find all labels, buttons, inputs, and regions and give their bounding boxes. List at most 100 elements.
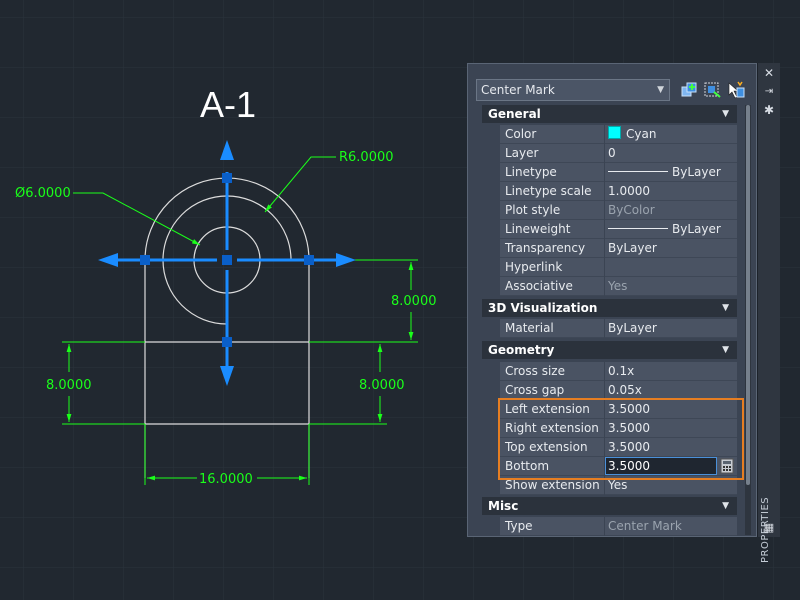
property-scrollbar[interactable] xyxy=(745,105,751,535)
property-row-show-extension[interactable]: Show extension Yes xyxy=(482,476,737,495)
row-gutter xyxy=(482,277,500,296)
collapse-chevron-icon[interactable]: ▼ xyxy=(722,299,729,317)
property-value[interactable]: Yes xyxy=(605,476,737,495)
row-gutter xyxy=(482,201,500,220)
property-value[interactable]: 1.0000 xyxy=(605,182,737,201)
row-gutter xyxy=(482,258,500,277)
settings-icon[interactable]: ✱ xyxy=(762,103,776,117)
palette-title-bar[interactable]: ✕ ⇥ ✱ PROPERTIES ▦ xyxy=(757,63,780,563)
scroll-thumb[interactable] xyxy=(746,105,750,485)
category-3d-visualization[interactable]: 3D Visualization ▼ xyxy=(482,299,737,317)
property-row-linetype[interactable]: Linetype ByLayer xyxy=(482,163,737,182)
calculator-icon[interactable] xyxy=(720,458,734,474)
object-type-dropdown[interactable]: Center Mark ▼ xyxy=(476,79,670,101)
property-name: Layer xyxy=(500,144,604,163)
grip-bottom[interactable] xyxy=(222,337,232,347)
row-gutter xyxy=(482,125,500,144)
property-value-text: 3.5000 xyxy=(608,421,650,435)
property-value[interactable]: 0.05x xyxy=(605,381,737,400)
property-row-hyperlink[interactable]: Hyperlink xyxy=(482,258,737,277)
property-value[interactable] xyxy=(605,258,737,277)
property-row-left-extension[interactable]: Left extension 3.5000 xyxy=(482,400,737,419)
property-name: Cross size xyxy=(500,362,604,381)
property-value[interactable]: 3.5000 xyxy=(605,400,737,419)
color-swatch xyxy=(608,126,621,139)
property-row-cross-gap[interactable]: Cross gap 0.05x xyxy=(482,381,737,400)
property-value-text: 3.5000 xyxy=(608,440,650,454)
property-value[interactable]: 0 xyxy=(605,144,737,163)
property-row-type[interactable]: Type Center Mark xyxy=(482,517,737,536)
property-value[interactable]: ByLayer xyxy=(605,319,737,338)
grip-left[interactable] xyxy=(140,255,150,265)
property-row-color[interactable]: Color Cyan xyxy=(482,125,737,144)
property-value: Yes xyxy=(605,277,737,296)
property-value-text: ByLayer xyxy=(608,241,657,255)
left-leg-dim-label: 8.0000 xyxy=(46,378,92,393)
row-gutter xyxy=(482,163,500,182)
property-value[interactable]: 3.5000 xyxy=(605,457,737,476)
property-row-transparency[interactable]: Transparency ByLayer xyxy=(482,239,737,258)
quick-select-icon[interactable] xyxy=(702,80,722,100)
grip-top[interactable] xyxy=(222,173,232,183)
property-value-text: ByLayer xyxy=(608,321,657,335)
row-gutter xyxy=(482,400,500,419)
toggle-pickadd-icon[interactable] xyxy=(725,80,745,100)
property-name: Bottom extension xyxy=(500,457,604,492)
property-value[interactable]: ByLayer xyxy=(605,163,737,182)
row-gutter xyxy=(482,457,500,476)
property-name: Show extension xyxy=(500,476,604,495)
collapse-chevron-icon[interactable]: ▼ xyxy=(722,497,729,515)
property-row-right-extension[interactable]: Right extension 3.5000 xyxy=(482,419,737,438)
object-type-value: Center Mark xyxy=(481,83,555,97)
category-general[interactable]: General ▼ xyxy=(482,105,737,123)
diameter-dim-label: Ø6.0000 xyxy=(15,186,71,201)
row-gutter xyxy=(482,517,500,536)
property-row-top-extension[interactable]: Top extension 3.5000 xyxy=(482,438,737,457)
property-row-lineweight[interactable]: Lineweight ByLayer xyxy=(482,220,737,239)
property-value-text: 0.1x xyxy=(608,364,635,378)
grip-right[interactable] xyxy=(304,255,314,265)
linetype-preview xyxy=(608,228,668,229)
close-icon[interactable]: ✕ xyxy=(762,66,776,80)
property-row-cross-size[interactable]: Cross size 0.1x xyxy=(482,362,737,381)
grip-center[interactable] xyxy=(222,255,232,265)
property-row-bottom-extension[interactable]: Bottom extension3.5000 xyxy=(482,457,737,492)
property-value[interactable]: ByLayer xyxy=(605,239,737,258)
calculator-icon[interactable]: ▦ xyxy=(762,521,776,535)
property-name: Material xyxy=(500,319,604,338)
property-value-text: ByColor xyxy=(608,203,655,217)
property-row-linetype-scale[interactable]: Linetype scale 1.0000 xyxy=(482,182,737,201)
property-value-input[interactable]: 3.5000 xyxy=(605,457,717,475)
collapse-chevron-icon[interactable]: ▼ xyxy=(722,341,729,359)
property-name: Lineweight xyxy=(500,220,604,239)
property-name: Right extension xyxy=(500,419,604,438)
row-gutter xyxy=(482,182,500,201)
add-selected-icon[interactable] xyxy=(679,80,699,100)
property-name: Color xyxy=(500,125,604,144)
property-value[interactable]: ByLayer xyxy=(605,220,737,239)
property-row-material[interactable]: Material ByLayer xyxy=(482,319,737,338)
property-value-text: 0.05x xyxy=(608,383,642,397)
chevron-down-icon: ▼ xyxy=(657,85,664,95)
property-value-text: Center Mark xyxy=(608,519,682,533)
property-name: Associative xyxy=(500,277,604,296)
property-value: ByColor xyxy=(605,201,737,220)
property-value-text: Yes xyxy=(608,478,628,492)
collapse-chevron-icon[interactable]: ▼ xyxy=(722,105,729,123)
linetype-preview xyxy=(608,171,668,172)
property-value[interactable]: Cyan xyxy=(605,125,737,144)
property-row-plot-style[interactable]: Plot style ByColor xyxy=(482,201,737,220)
property-value[interactable]: 3.5000 xyxy=(605,438,737,457)
property-value[interactable]: 0.1x xyxy=(605,362,737,381)
property-value-text: 3.5000 xyxy=(608,402,650,416)
category-geometry[interactable]: Geometry ▼ xyxy=(482,341,737,359)
auto-hide-icon[interactable]: ⇥ xyxy=(762,85,776,99)
category-misc[interactable]: Misc ▼ xyxy=(482,497,737,515)
property-row-associative[interactable]: Associative Yes xyxy=(482,277,737,296)
property-name: Transparency xyxy=(500,239,604,258)
right-height-dim-label: 8.0000 xyxy=(391,294,437,309)
property-value[interactable]: 3.5000 xyxy=(605,419,737,438)
property-name: Cross gap xyxy=(500,381,604,400)
property-row-layer[interactable]: Layer 0 xyxy=(482,144,737,163)
row-gutter xyxy=(482,438,500,457)
